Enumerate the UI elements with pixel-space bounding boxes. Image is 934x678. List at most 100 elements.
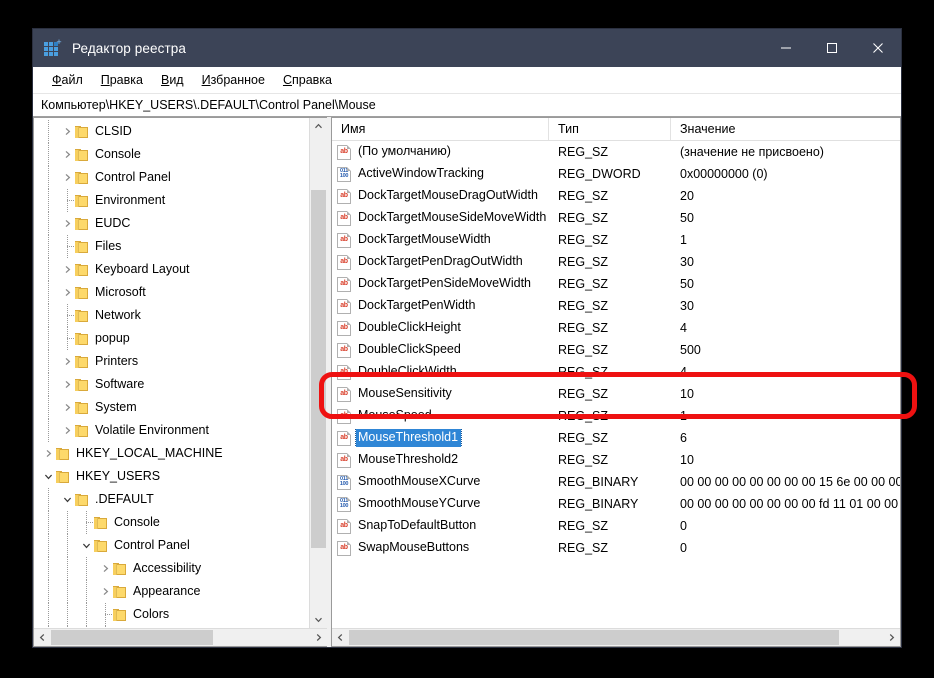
value-data-cell: 10 (680, 453, 694, 467)
menu-item-help[interactable]: Справка (274, 70, 341, 90)
tree-item-appearance[interactable]: Appearance (34, 580, 309, 603)
tree-vertical-scrollbar[interactable] (309, 118, 327, 628)
tree-item-network[interactable]: Network (34, 304, 309, 327)
table-row[interactable]: ab DoubleClickSpeed REG_SZ 500 (332, 339, 900, 361)
table-row[interactable]: ab MouseThreshold1 REG_SZ 6 (332, 427, 900, 449)
tree-item-microsoft[interactable]: Microsoft (34, 281, 309, 304)
table-row[interactable]: ab DockTargetPenWidth REG_SZ 30 (332, 295, 900, 317)
chevron-right-icon[interactable] (97, 580, 113, 603)
menu-item-edit[interactable]: Правка (92, 70, 152, 90)
table-row[interactable]: ab DoubleClickHeight REG_SZ 4 (332, 317, 900, 339)
tree-item-console[interactable]: Console (34, 511, 309, 534)
tree-horizontal-scrollbar[interactable] (34, 628, 327, 646)
chevron-right-icon[interactable] (59, 258, 75, 281)
value-name-cell: 011 100 SmoothMouseXCurve (332, 473, 549, 491)
tree-item-console[interactable]: Console (34, 143, 309, 166)
tree-item-hkey-local-machine[interactable]: HKEY_LOCAL_MACHINE (34, 442, 309, 465)
column-header-name[interactable]: Имя (332, 118, 549, 140)
tree-scroll-right-icon[interactable] (310, 629, 327, 646)
binary-value-icon: 011 100 (337, 474, 351, 490)
table-row[interactable]: 011 100 SmoothMouseYCurve REG_BINARY 00 00 0… (332, 493, 900, 515)
tree-scroll-thumb[interactable] (311, 190, 326, 548)
chevron-right-icon[interactable] (97, 557, 113, 580)
tree-item-accessibility[interactable]: Accessibility (34, 557, 309, 580)
values-scroll-left-icon[interactable] (332, 629, 349, 646)
values-scroll-right-icon[interactable] (883, 629, 900, 646)
tree-item-system[interactable]: System (34, 396, 309, 419)
chevron-right-icon[interactable] (59, 166, 75, 189)
minimize-button[interactable] (763, 29, 809, 67)
tree-scroll-left-icon[interactable] (34, 629, 51, 646)
chevron-right-icon[interactable] (59, 143, 75, 166)
close-button[interactable] (855, 29, 901, 67)
tree-item-colors[interactable]: Colors (34, 603, 309, 626)
table-row[interactable]: ab MouseSensitivity REG_SZ 10 (332, 383, 900, 405)
chevron-right-icon[interactable] (59, 373, 75, 396)
tree-item-environment[interactable]: Environment (34, 189, 309, 212)
registry-tree[interactable]: CLSID Console Control Panel Environment EUDC… (34, 118, 309, 628)
table-row[interactable]: ab MouseSpeed REG_SZ 1 (332, 405, 900, 427)
tree-guide-line (48, 580, 49, 603)
table-row[interactable]: ab MouseThreshold2 REG_SZ 10 (332, 449, 900, 471)
table-row[interactable]: 011 100 SmoothMouseXCurve REG_BINARY 00 00 0… (332, 471, 900, 493)
menu-item-favorites[interactable]: Избранное (193, 70, 274, 90)
values-horizontal-scrollbar[interactable] (332, 628, 900, 646)
tree-item-software[interactable]: Software (34, 373, 309, 396)
values-column-header: Имя Тип Значение (332, 118, 900, 141)
tree-item-control-panel[interactable]: Control Panel (34, 534, 309, 557)
tree-scroll-up-icon[interactable] (310, 118, 327, 135)
values-hscroll-track[interactable] (349, 629, 883, 646)
table-row[interactable]: ab DockTargetPenDragOutWidth REG_SZ 30 (332, 251, 900, 273)
menu-bar: Файл Правка Вид Избранное Справка (33, 67, 901, 93)
chevron-right-icon[interactable] (59, 350, 75, 373)
table-row[interactable]: 011 100 ActiveWindowTracking REG_DWORD 0x000… (332, 163, 900, 185)
tree-guide-line (48, 327, 49, 350)
chevron-right-icon[interactable] (59, 120, 75, 143)
column-header-value[interactable]: Значение (671, 118, 900, 140)
menu-label-edit: равка (109, 73, 143, 87)
address-bar[interactable]: Компьютер\HKEY_USERS\.DEFAULT\Control Pa… (33, 93, 901, 117)
menu-item-file[interactable]: Файл (43, 70, 92, 90)
value-name-text: SmoothMouseYCurve (358, 496, 481, 510)
tree-item-default[interactable]: .DEFAULT (34, 488, 309, 511)
table-row[interactable]: ab DockTargetMouseSideMoveWidth REG_SZ 50 (332, 207, 900, 229)
chevron-right-icon[interactable] (59, 396, 75, 419)
tree-scroll-track[interactable] (310, 135, 327, 611)
tree-guide-line (48, 235, 49, 258)
tree-hscroll-thumb[interactable] (51, 630, 213, 645)
table-row[interactable]: ab DockTargetPenSideMoveWidth REG_SZ 50 (332, 273, 900, 295)
tree-scroll-down-icon[interactable] (310, 611, 327, 628)
value-name-text: SmoothMouseXCurve (358, 474, 481, 488)
value-name-cell: ab DockTargetPenWidth (332, 297, 549, 315)
tree-item-keyboard-layout[interactable]: Keyboard Layout (34, 258, 309, 281)
table-row[interactable]: ab (По умолчанию) REG_SZ (значение не присв… (332, 141, 900, 163)
chevron-right-icon[interactable] (59, 212, 75, 235)
table-row[interactable]: ab DockTargetMouseWidth REG_SZ 1 (332, 229, 900, 251)
chevron-right-icon[interactable] (59, 419, 75, 442)
column-header-type[interactable]: Тип (549, 118, 671, 140)
tree-item-control-panel[interactable]: Control Panel (34, 166, 309, 189)
menu-item-view[interactable]: Вид (152, 70, 193, 90)
binary-value-icon: 011 100 (337, 166, 351, 182)
chevron-right-icon[interactable] (40, 442, 56, 465)
tree-item-eudc[interactable]: EUDC (34, 212, 309, 235)
values-list[interactable]: ab (По умолчанию) REG_SZ (значение не присв… (332, 141, 900, 559)
tree-item-files[interactable]: Files (34, 235, 309, 258)
table-row[interactable]: ab SwapMouseButtons REG_SZ 0 (332, 537, 900, 559)
table-row[interactable]: ab DockTargetMouseDragOutWidth REG_SZ 20 (332, 185, 900, 207)
tree-item-clsid[interactable]: CLSID (34, 120, 309, 143)
chevron-down-icon[interactable] (59, 488, 75, 511)
tree-item-volatile-environment[interactable]: Volatile Environment (34, 419, 309, 442)
chevron-down-icon[interactable] (40, 465, 56, 488)
values-hscroll-thumb[interactable] (349, 630, 839, 645)
chevron-right-icon[interactable] (59, 281, 75, 304)
tree-item-printers[interactable]: Printers (34, 350, 309, 373)
tree-hscroll-track[interactable] (51, 629, 310, 646)
tree-item-hkey-users[interactable]: HKEY_USERS (34, 465, 309, 488)
chevron-down-icon[interactable] (78, 534, 94, 557)
table-row[interactable]: ab SnapToDefaultButton REG_SZ 0 (332, 515, 900, 537)
maximize-button[interactable] (809, 29, 855, 67)
table-row[interactable]: ab DoubleClickWidth REG_SZ 4 (332, 361, 900, 383)
tree-item-popup[interactable]: popup (34, 327, 309, 350)
value-type-cell: REG_SZ (558, 189, 609, 203)
